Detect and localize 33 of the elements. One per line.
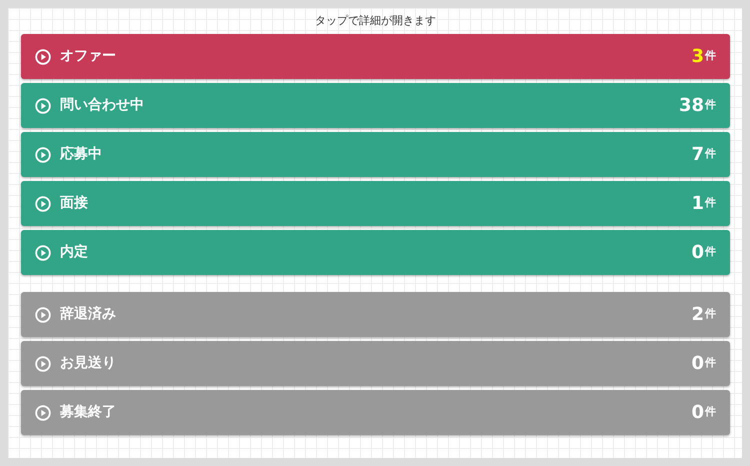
status-label: 応募中: [60, 144, 103, 164]
count-unit: 件: [705, 355, 716, 372]
play-circle-icon: [35, 306, 51, 322]
count-unit: 件: [705, 195, 716, 212]
count-unit: 件: [705, 97, 716, 114]
count-number: 2: [691, 303, 704, 327]
status-label: 問い合わせ中: [60, 96, 145, 115]
count-number: 7: [691, 143, 704, 167]
play-circle-icon: [35, 356, 51, 372]
play-circle-icon: [35, 146, 51, 162]
play-circle-icon: [35, 244, 51, 260]
count-number: 3: [691, 45, 704, 69]
play-circle-icon: [35, 196, 51, 212]
play-circle-icon: [35, 404, 51, 420]
status-label: 内定: [60, 242, 89, 262]
count-unit: 件: [705, 48, 716, 64]
count-unit: 件: [705, 146, 716, 162]
play-circle-icon: [35, 98, 51, 114]
status-label: 辞退済み: [60, 305, 117, 324]
count-unit: 件: [705, 244, 716, 260]
count-number: 0: [691, 352, 704, 376]
status-label: 募集終了: [60, 403, 117, 422]
status-label: オファー: [60, 47, 117, 66]
status-label: お見送り: [60, 354, 117, 373]
count-number: 0: [691, 241, 704, 265]
status-label: 面接: [60, 194, 89, 213]
count-unit: 件: [705, 306, 716, 322]
play-circle-icon: [35, 48, 51, 64]
hint-text: タップで詳細が開きます: [314, 14, 437, 28]
count-number: 38: [678, 94, 704, 118]
count-number: 0: [691, 401, 704, 425]
count-number: 1: [691, 192, 704, 216]
count-unit: 件: [705, 404, 716, 420]
